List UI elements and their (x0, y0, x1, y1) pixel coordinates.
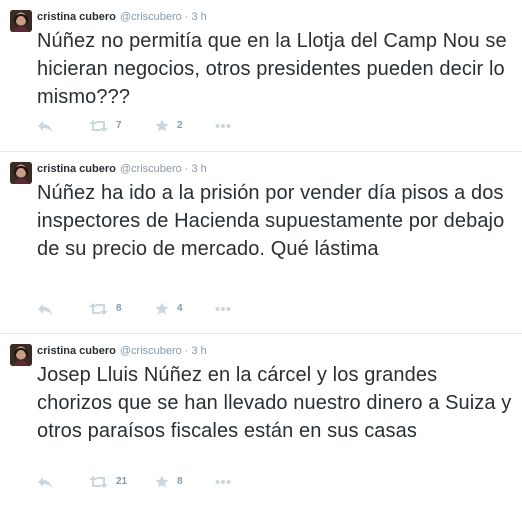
favorite-count: 8 (177, 476, 183, 487)
more-button[interactable] (215, 118, 231, 134)
favorite-button[interactable]: 4 (155, 301, 183, 317)
tweet-text: Núñez ha ido a la prisión por vender día… (37, 182, 505, 260)
reply-button[interactable] (37, 118, 53, 134)
more-dots-icon (215, 480, 231, 484)
tweet-header: cristina cubero @criscubero · 3 h (37, 162, 207, 176)
retweet-icon (89, 303, 108, 315)
reply-icon (38, 304, 52, 315)
author-username[interactable]: @criscubero (120, 11, 182, 23)
retweet-count: 21 (116, 476, 128, 487)
avatar[interactable] (10, 344, 32, 366)
tweet[interactable]: cristina cubero @criscubero · 3 h Núñez no … (0, 0, 522, 152)
tweet-text: Núñez no permitía que en la Llotja del C… (37, 30, 507, 108)
reply-icon (38, 121, 52, 132)
tweet[interactable]: cristina cubero @criscubero · 3 h Josep Llu… (0, 334, 522, 511)
header-separator: · (184, 11, 189, 23)
favorite-button[interactable]: 8 (155, 474, 183, 490)
avatar[interactable] (10, 10, 32, 32)
more-dots-icon (215, 124, 231, 128)
more-button[interactable] (215, 474, 231, 490)
reply-button[interactable] (37, 301, 53, 317)
tweet[interactable]: cristina cubero @criscubero · 3 h Núñez ha … (0, 152, 522, 334)
author-fullname[interactable]: cristina cubero (37, 345, 116, 357)
reply-icon (38, 477, 52, 488)
star-icon (155, 119, 169, 132)
author-fullname[interactable]: cristina cubero (37, 163, 116, 175)
tweet-header: cristina cubero @criscubero · 3 h (37, 344, 207, 358)
more-dots-icon (215, 307, 231, 311)
retweet-button[interactable]: 21 (89, 474, 127, 490)
retweet-count: 8 (116, 303, 122, 314)
retweet-icon (89, 476, 108, 488)
more-button[interactable] (215, 301, 231, 317)
star-icon (155, 475, 169, 488)
favorite-button[interactable]: 2 (155, 118, 183, 134)
header-separator: · (184, 163, 189, 175)
tweet-header: cristina cubero @criscubero · 3 h (37, 10, 207, 24)
author-fullname[interactable]: cristina cubero (37, 11, 116, 23)
retweet-icon (89, 120, 108, 132)
tweet-timeline: cristina cubero @criscubero · 3 h Núñez no … (0, 0, 522, 511)
author-username[interactable]: @criscubero (120, 345, 182, 357)
star-icon (155, 302, 169, 315)
retweet-button[interactable]: 7 (89, 118, 122, 134)
tweet-timestamp[interactable]: 3 h (191, 345, 206, 357)
favorite-count: 2 (177, 120, 183, 131)
tweet-timestamp[interactable]: 3 h (191, 11, 206, 23)
tweet-timestamp[interactable]: 3 h (191, 163, 206, 175)
favorite-count: 4 (177, 303, 183, 314)
header-separator: · (184, 345, 189, 357)
avatar[interactable] (10, 162, 32, 184)
retweet-button[interactable]: 8 (89, 301, 122, 317)
retweet-count: 7 (116, 120, 122, 131)
tweet-text: Josep Lluis Núñez en la cárcel y los gra… (37, 364, 512, 442)
author-username[interactable]: @criscubero (120, 163, 182, 175)
reply-button[interactable] (37, 474, 53, 490)
